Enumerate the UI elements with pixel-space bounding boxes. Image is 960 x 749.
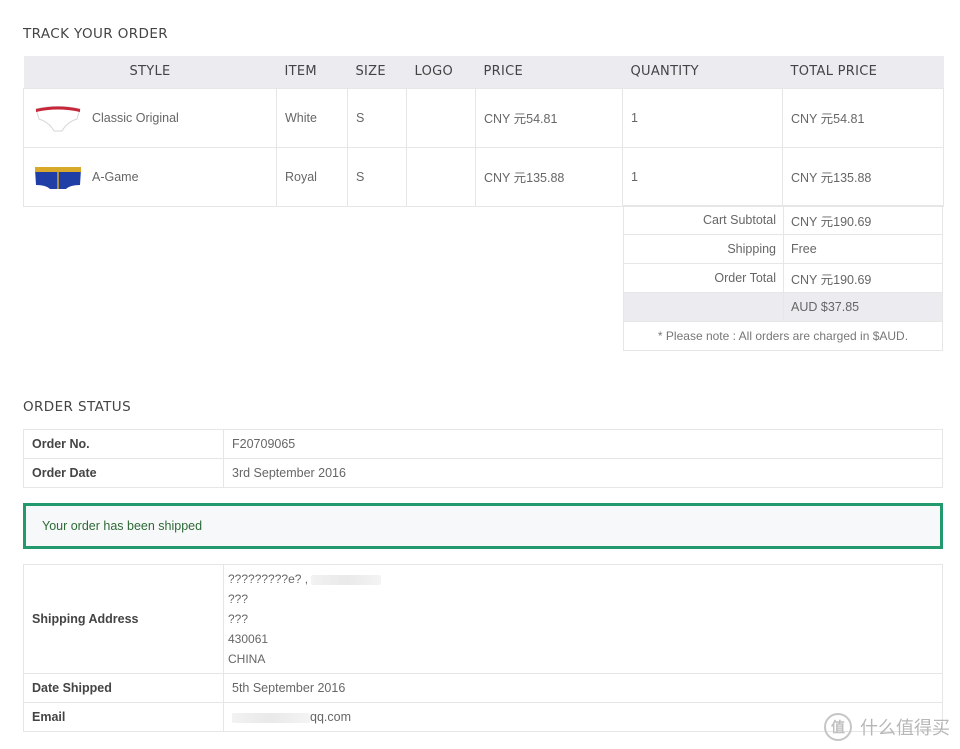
date-shipped-value: 5th September 2016 bbox=[223, 673, 943, 703]
order-date-value: 3rd September 2016 bbox=[223, 458, 943, 488]
shipped-message: Your order has been shipped bbox=[42, 519, 203, 533]
watermark-logo-icon: 值 bbox=[824, 713, 852, 741]
cart-subtotal-value: CNY 元190.69 bbox=[783, 205, 943, 235]
watermark-text: 什么值得买 bbox=[860, 718, 950, 739]
address-line: ??? bbox=[228, 592, 249, 606]
table-header-row: STYLE ITEM SIZE LOGO PRICE QUANTITY TOTA… bbox=[23, 56, 944, 88]
item-total: CNY 元135.88 bbox=[782, 146, 944, 207]
item-quantity: 1 bbox=[622, 87, 783, 148]
item-size: S bbox=[347, 87, 407, 148]
order-status-title: ORDER STATUS bbox=[23, 399, 132, 415]
date-shipped-label: Date Shipped bbox=[23, 673, 224, 703]
order-totals: Cart Subtotal CNY 元190.69 Shipping Free … bbox=[623, 205, 943, 351]
order-date-label: Order Date bbox=[23, 458, 224, 488]
item-logo bbox=[406, 87, 476, 148]
currency-note: * Please note : All orders are charged i… bbox=[623, 321, 943, 351]
redacted-text bbox=[232, 712, 310, 723]
shipped-status-alert: Your order has been shipped bbox=[23, 503, 943, 549]
shipping-label: Shipping bbox=[623, 234, 784, 264]
shipping-info-table: Shipping Address ?????????e? , ??? ??? 4… bbox=[23, 564, 943, 732]
address-line: CHINA bbox=[228, 652, 266, 666]
order-total-label: Order Total bbox=[623, 263, 784, 293]
email-domain: qq.com bbox=[310, 710, 351, 724]
aud-total-value: AUD $37.85 bbox=[783, 292, 943, 322]
product-name[interactable]: A-Game bbox=[92, 170, 139, 184]
col-size: SIZE bbox=[347, 56, 407, 88]
item-color: White bbox=[276, 87, 348, 148]
order-info-table: Order No. F20709065 Order Date 3rd Septe… bbox=[23, 429, 943, 488]
track-order-title: TRACK YOUR ORDER bbox=[23, 26, 169, 42]
item-logo bbox=[406, 146, 476, 207]
col-total-price: TOTAL PRICE bbox=[782, 56, 944, 88]
col-price: PRICE bbox=[475, 56, 623, 88]
order-no-label: Order No. bbox=[23, 429, 224, 459]
order-no-value: F20709065 bbox=[223, 429, 943, 459]
shipping-value: Free bbox=[783, 234, 943, 264]
email-label: Email bbox=[23, 702, 224, 732]
shipping-address-label: Shipping Address bbox=[23, 564, 224, 674]
item-color: Royal bbox=[276, 146, 348, 207]
col-style: STYLE bbox=[23, 56, 277, 88]
order-items-table: STYLE ITEM SIZE LOGO PRICE QUANTITY TOTA… bbox=[23, 56, 944, 207]
col-item: ITEM bbox=[276, 56, 348, 88]
shipping-address-value: ?????????e? , ??? ??? 430061 CHINA bbox=[223, 564, 943, 674]
address-line: ?????????e? , bbox=[228, 572, 309, 586]
item-total: CNY 元54.81 bbox=[782, 87, 944, 148]
item-size: S bbox=[347, 146, 407, 207]
royal-trunk-thumbnail[interactable] bbox=[32, 159, 84, 195]
item-price: CNY 元135.88 bbox=[475, 146, 623, 207]
cart-subtotal-label: Cart Subtotal bbox=[623, 205, 784, 235]
watermark: 值 什么值得买 bbox=[824, 713, 950, 741]
white-brief-thumbnail[interactable] bbox=[32, 100, 84, 136]
item-quantity: 1 bbox=[622, 146, 783, 207]
product-name[interactable]: Classic Original bbox=[92, 111, 179, 125]
col-logo: LOGO bbox=[406, 56, 476, 88]
col-quantity: QUANTITY bbox=[622, 56, 783, 88]
order-total-value: CNY 元190.69 bbox=[783, 263, 943, 293]
table-row: Classic Original White S CNY 元54.81 1 CN… bbox=[23, 87, 944, 148]
address-line: ??? bbox=[228, 612, 249, 626]
item-price: CNY 元54.81 bbox=[475, 87, 623, 148]
address-line: 430061 bbox=[228, 632, 269, 646]
redacted-text bbox=[311, 574, 382, 585]
table-row: A-Game Royal S CNY 元135.88 1 CNY 元135.88 bbox=[23, 146, 944, 207]
